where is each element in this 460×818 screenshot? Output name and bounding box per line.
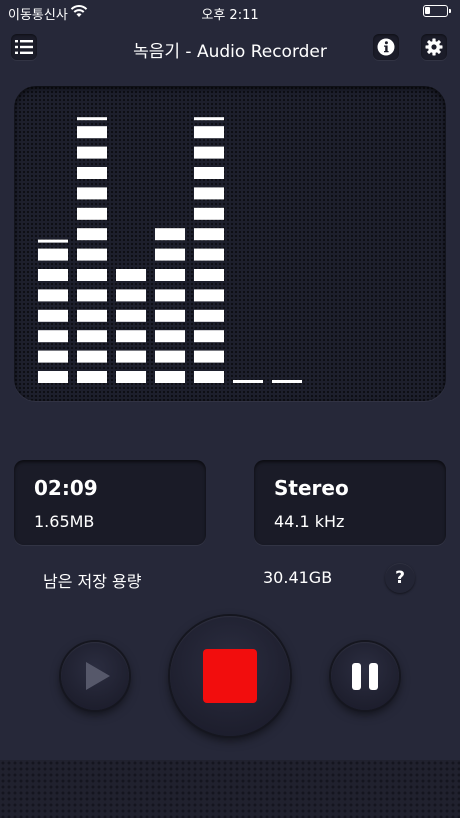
stop-icon bbox=[203, 649, 257, 703]
sample-rate: 44.1 kHz bbox=[274, 512, 345, 531]
level-segment bbox=[38, 269, 68, 281]
level-segment bbox=[194, 350, 224, 363]
recording-info-card: 02:09 1.65MB bbox=[14, 460, 206, 545]
level-meter-bars bbox=[38, 117, 302, 383]
info-icon bbox=[377, 38, 395, 56]
level-segment bbox=[155, 330, 185, 343]
level-segment bbox=[194, 187, 224, 200]
speaker-grill bbox=[0, 760, 460, 818]
level-segment bbox=[77, 350, 107, 363]
level-segment bbox=[155, 228, 185, 241]
level-segment bbox=[155, 248, 185, 261]
nav-bar: 녹음기 - Audio Recorder bbox=[0, 30, 460, 64]
play-icon bbox=[86, 662, 110, 690]
level-segment bbox=[194, 207, 224, 220]
pause-icon-bar bbox=[369, 663, 378, 690]
level-segment bbox=[38, 289, 68, 302]
level-segment bbox=[155, 371, 185, 383]
pause-icon bbox=[352, 663, 361, 690]
file-size: 1.65MB bbox=[34, 512, 95, 531]
channel-mode: Stereo bbox=[274, 476, 349, 500]
level-segment bbox=[77, 269, 107, 281]
battery-level bbox=[425, 7, 430, 14]
level-visualizer bbox=[14, 86, 446, 401]
gear-icon bbox=[425, 38, 443, 56]
stop-record-button[interactable] bbox=[170, 616, 290, 736]
level-segment bbox=[194, 309, 224, 322]
level-segment bbox=[38, 350, 68, 363]
level-segment bbox=[77, 207, 107, 220]
level-segment bbox=[77, 126, 107, 139]
peak-marker bbox=[233, 380, 263, 383]
pause-button[interactable] bbox=[331, 642, 399, 710]
level-segment bbox=[38, 248, 68, 261]
battery-icon bbox=[423, 5, 451, 17]
help-button[interactable]: ? bbox=[385, 563, 415, 593]
level-segment bbox=[38, 330, 68, 343]
level-segment bbox=[155, 289, 185, 302]
level-segment bbox=[77, 146, 107, 159]
peak-marker bbox=[194, 117, 224, 121]
level-segment bbox=[38, 309, 68, 322]
peak-marker bbox=[38, 239, 68, 243]
level-segment bbox=[77, 228, 107, 241]
peak-marker bbox=[77, 117, 107, 121]
level-segment bbox=[194, 167, 224, 179]
level-segment bbox=[194, 289, 224, 302]
status-bar: 이동통신사 오후 2:11 bbox=[0, 0, 460, 24]
level-segment bbox=[194, 228, 224, 241]
level-segment bbox=[155, 309, 185, 322]
level-segment bbox=[155, 269, 185, 281]
level-segment bbox=[116, 330, 146, 343]
level-segment bbox=[116, 350, 146, 363]
level-segment bbox=[194, 146, 224, 159]
help-icon: ? bbox=[395, 568, 405, 588]
level-segment bbox=[116, 371, 146, 383]
settings-button[interactable] bbox=[421, 34, 447, 60]
level-segment bbox=[116, 269, 146, 281]
elapsed-time: 02:09 bbox=[34, 476, 98, 500]
level-segment bbox=[194, 126, 224, 139]
level-segment bbox=[77, 330, 107, 343]
level-segment bbox=[77, 248, 107, 261]
level-segment bbox=[194, 371, 224, 383]
audio-format-card: Stereo 44.1 kHz bbox=[254, 460, 446, 545]
level-segment bbox=[38, 371, 68, 383]
info-button[interactable] bbox=[373, 34, 399, 60]
level-segment bbox=[194, 248, 224, 261]
status-time: 오후 2:11 bbox=[201, 8, 259, 23]
level-segment bbox=[116, 289, 146, 302]
play-button[interactable] bbox=[61, 642, 129, 710]
peak-marker bbox=[272, 380, 302, 383]
level-segment bbox=[155, 350, 185, 363]
level-segment bbox=[77, 371, 107, 383]
level-segment bbox=[194, 269, 224, 281]
level-segment bbox=[77, 187, 107, 200]
storage-label: 남은 저장 용량 bbox=[43, 572, 142, 591]
storage-value: 30.41GB bbox=[263, 568, 333, 587]
level-segment bbox=[77, 309, 107, 322]
level-segment bbox=[194, 330, 224, 343]
level-segment bbox=[77, 289, 107, 302]
level-segment bbox=[116, 309, 146, 322]
level-segment bbox=[77, 167, 107, 179]
